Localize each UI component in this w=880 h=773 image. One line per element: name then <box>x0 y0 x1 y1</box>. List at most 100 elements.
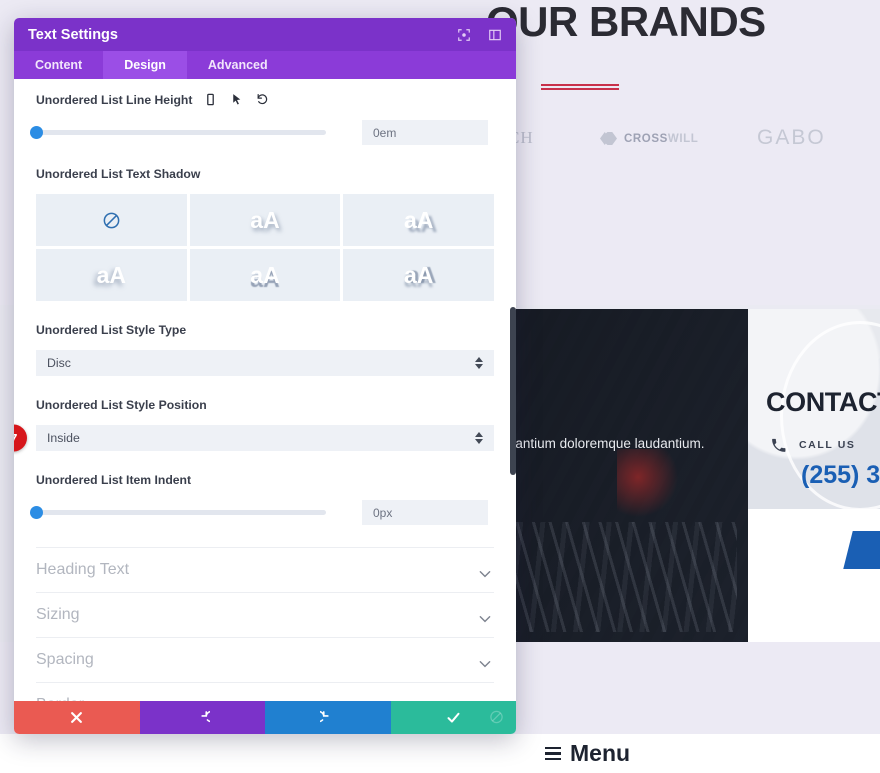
menu-label: Menu <box>570 740 631 766</box>
step-badge-7: 7 <box>14 424 27 452</box>
line-height-slider[interactable] <box>30 126 326 139</box>
check-icon <box>447 712 460 723</box>
text-shadow-preset-4[interactable]: aA <box>189 249 341 301</box>
section-border[interactable]: Border <box>36 682 494 701</box>
layout-panel-icon[interactable] <box>488 28 502 42</box>
redo-button[interactable] <box>265 701 391 734</box>
section-spacing-label: Spacing <box>36 651 94 668</box>
style-type-label-row: Unordered List Style Type <box>36 323 494 337</box>
modal-action-bar <box>14 701 516 734</box>
text-shadow-presets: aA aA aA aA aA <box>36 194 494 301</box>
tab-content[interactable]: Content <box>14 51 103 79</box>
close-icon <box>71 712 83 723</box>
section-heading-text-label: Heading Text <box>36 561 130 578</box>
style-type-value: Disc <box>47 356 71 370</box>
line-height-control-row <box>30 120 494 145</box>
style-position-label-row: Unordered List Style Position <box>36 398 494 412</box>
mobile-menu-toggle[interactable]: Menu <box>545 740 630 767</box>
text-shadow-sample-4: aA <box>250 261 280 288</box>
footer-white-gap <box>0 734 880 773</box>
chevron-down-icon <box>478 656 492 668</box>
save-button[interactable] <box>390 701 516 734</box>
tab-design[interactable]: Design <box>103 51 187 79</box>
style-position-select[interactable]: Inside <box>36 425 494 451</box>
message-button-label: M <box>848 531 880 569</box>
item-indent-slider-knob[interactable] <box>30 506 43 519</box>
undo-button[interactable] <box>139 701 265 734</box>
no-shadow-icon <box>102 211 121 230</box>
modal-body: Unordered List Line Height 0em Unordered… <box>14 79 516 701</box>
text-shadow-preset-2[interactable]: aA <box>343 194 494 246</box>
tools-photo-accent <box>617 449 687 519</box>
item-indent-input[interactable] <box>362 500 488 525</box>
line-height-input[interactable] <box>362 120 488 145</box>
text-shadow-preset-3[interactable]: aA <box>36 249 187 301</box>
settings-sections: Heading Text Sizing Spacing Border Box S… <box>36 547 494 701</box>
settings-scroll-area: Unordered List Line Height 0em Unordered… <box>14 79 516 701</box>
line-height-label-row: Unordered List Line Height <box>36 93 494 107</box>
contact-title: CONTACT US <box>766 387 880 417</box>
modal-tabs: Content Design Advanced <box>14 51 516 79</box>
style-position-select-wrap: 7 Inside <box>14 424 494 452</box>
focus-icon[interactable] <box>457 28 471 42</box>
message-button[interactable]: M <box>843 531 880 569</box>
mobile-icon[interactable] <box>204 93 217 107</box>
undo-icon <box>201 710 210 723</box>
text-shadow-preset-1[interactable]: aA <box>189 194 341 246</box>
cancel-button[interactable] <box>14 701 140 734</box>
style-position-stepper-icon[interactable] <box>475 432 483 444</box>
modal-title: Text Settings <box>28 26 118 43</box>
text-shadow-preset-5[interactable]: aA <box>343 249 494 301</box>
item-indent-label-row: Unordered List Item Indent <box>36 473 494 487</box>
call-us-label: CALL US <box>799 439 856 451</box>
section-border-label: Border <box>36 696 84 701</box>
line-height-icon-group <box>204 93 269 107</box>
style-type-stepper-icon[interactable] <box>475 357 483 369</box>
logo-crosswill: CROSSWILL <box>600 130 698 147</box>
item-indent-control-row <box>30 500 494 525</box>
text-shadow-label-row: Unordered List Text Shadow <box>36 167 494 181</box>
chevron-down-icon <box>478 566 492 578</box>
tab-advanced[interactable]: Advanced <box>187 51 289 79</box>
brands-divider <box>541 84 619 91</box>
modal-scrollbar-thumb[interactable] <box>510 307 516 475</box>
text-shadow-preset-none[interactable] <box>36 194 187 246</box>
crosswill-bold: CROSS <box>624 132 668 145</box>
modal-scrollbar[interactable] <box>510 79 516 701</box>
item-indent-slider[interactable] <box>30 506 326 519</box>
line-height-label: Unordered List Line Height <box>36 93 193 107</box>
hamburger-icon <box>545 746 561 761</box>
text-shadow-label: Unordered List Text Shadow <box>36 167 201 181</box>
brands-heading: OUR BRANDS <box>486 0 766 45</box>
reset-icon[interactable] <box>256 93 269 107</box>
section-heading-text[interactable]: Heading Text <box>36 547 494 592</box>
modal-header-icons <box>457 28 502 42</box>
text-shadow-sample-1: aA <box>250 206 280 233</box>
line-height-slider-knob[interactable] <box>30 126 43 139</box>
style-type-select[interactable]: Disc <box>36 350 494 376</box>
text-shadow-sample-5: aA <box>403 261 434 288</box>
item-indent-label: Unordered List Item Indent <box>36 473 192 487</box>
style-position-label: Unordered List Style Position <box>36 398 207 412</box>
style-type-label: Unordered List Style Type <box>36 323 187 337</box>
cursor-icon[interactable] <box>230 93 243 107</box>
modal-header: Text Settings <box>14 18 516 51</box>
section-sizing-label: Sizing <box>36 606 80 623</box>
disabled-overlay-icon <box>489 709 506 726</box>
text-settings-modal: Text Settings Content Design Advanced Un… <box>14 18 516 734</box>
brand-logo-row: CH CROSSWILL GABO <box>480 122 880 156</box>
section-sizing[interactable]: Sizing <box>36 592 494 637</box>
phone-number[interactable]: (255) 352 <box>801 461 880 490</box>
section-spacing[interactable]: Spacing <box>36 637 494 682</box>
text-shadow-sample-2: aA <box>403 206 434 233</box>
logo-gabo: GABO <box>757 126 826 149</box>
crosswill-light: WILL <box>667 132 699 145</box>
redo-icon <box>320 710 329 723</box>
text-shadow-sample-3: aA <box>96 261 127 288</box>
style-position-value: Inside <box>47 431 80 445</box>
call-us-row: CALL US <box>770 437 856 455</box>
crosswill-mark-icon <box>600 132 617 145</box>
chevron-down-icon <box>478 611 492 623</box>
contact-panel: CONTACT US CALL US (255) 352 M <box>748 309 880 642</box>
phone-icon <box>770 437 787 455</box>
